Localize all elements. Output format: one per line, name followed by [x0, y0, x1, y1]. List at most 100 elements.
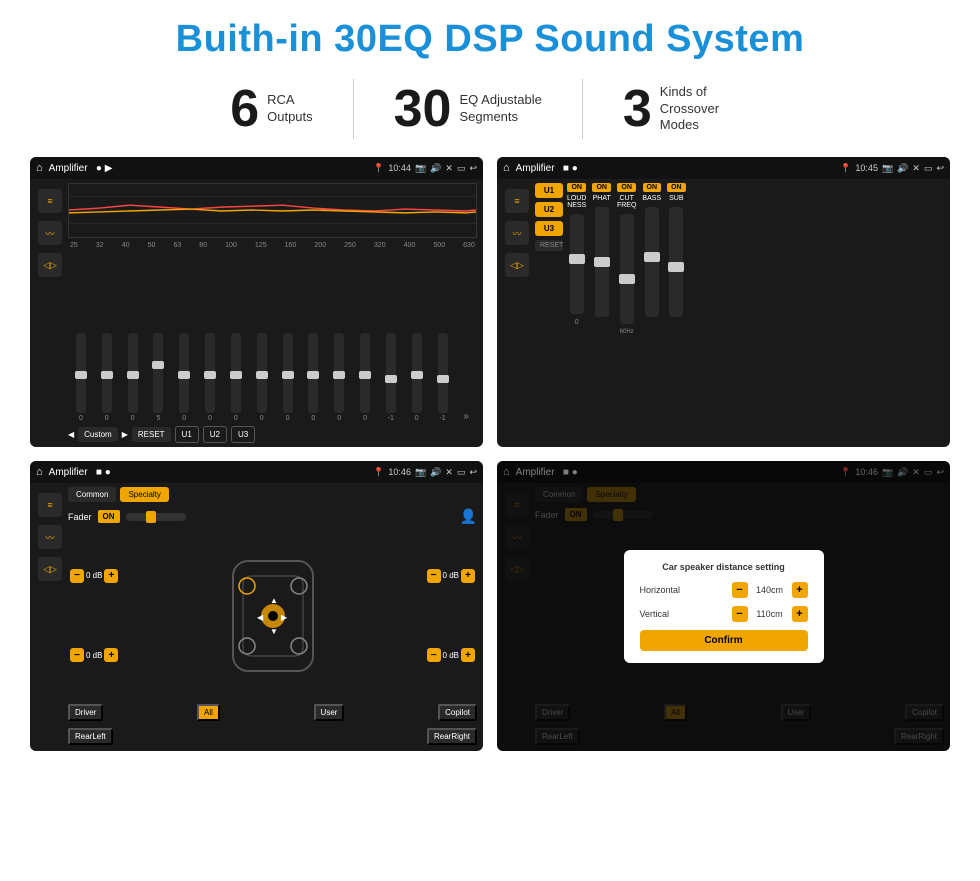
u2-btn-eq[interactable]: U2	[203, 426, 227, 443]
right-vol-top: − 0 dB +	[427, 569, 475, 583]
screenshot-amp: ⌂ Amplifier ■ ● 📍 10:45 📷 🔊 ✕ ▭ ↩ ≡ 〰	[497, 157, 950, 447]
btn-driver[interactable]: Driver	[68, 704, 103, 721]
svg-text:▶: ▶	[281, 613, 288, 622]
amp-screen-content: ≡ 〰 ◁▷ U1 U2 U3 RESET ON LOUDNESS	[497, 179, 950, 447]
channel-loudness: ON LOUDNESS 0	[567, 183, 586, 443]
confirm-button[interactable]: Confirm	[640, 630, 808, 651]
fader-label: Fader	[68, 512, 92, 522]
dialog-horizontal-label: Horizontal	[640, 585, 681, 595]
channel-slider-phat[interactable]	[595, 207, 609, 317]
fader-sidebar-btn-1[interactable]: ≡	[38, 493, 62, 517]
amp-sidebar-btn-3[interactable]: ◁▷	[505, 253, 529, 277]
stat-crossover-number: 3	[623, 83, 652, 135]
eq-slider-2: 0	[128, 333, 138, 422]
stat-crossover-label: Kinds ofCrossover Modes	[660, 84, 750, 135]
channel-label-loudness: LOUDNESS	[567, 195, 586, 209]
on-badge-loudness: ON	[567, 183, 586, 192]
left-top-plus[interactable]: +	[104, 569, 118, 583]
dialog-horizontal-value: 140cm	[752, 585, 788, 595]
eq-graph	[68, 183, 477, 238]
status-icons-3: 📍 10:46 📷 🔊 ✕ ▭ ↩	[373, 467, 477, 478]
right-vol-bottom: − 0 dB +	[427, 648, 475, 662]
tab-specialty[interactable]: Specialty	[120, 487, 168, 502]
amp-sidebar: ≡ 〰 ◁▷	[503, 183, 531, 443]
screenshot-eq: ⌂ Amplifier ● ▶ 📍 10:44 📷 🔊 ✕ ▭ ↩ ≡ 〰	[30, 157, 483, 447]
bottom-buttons-row2: RearLeft RearRight	[68, 726, 477, 747]
dialog-overlay: Car speaker distance setting Horizontal …	[497, 461, 950, 751]
preset-u2[interactable]: U2	[535, 202, 563, 217]
app-title-1: Amplifier ● ▶	[49, 163, 368, 174]
right-bot-minus[interactable]: −	[427, 648, 441, 662]
btn-rearright[interactable]: RearRight	[427, 728, 477, 745]
reset-btn-amp[interactable]: RESET	[535, 240, 563, 251]
fader-h-slider[interactable]	[126, 513, 186, 521]
stat-eq: 30 EQ AdjustableSegments	[354, 83, 582, 135]
reset-btn-eq[interactable]: RESET	[132, 427, 171, 442]
home-icon-2: ⌂	[503, 162, 510, 174]
eq-slider-12: -1	[386, 333, 396, 422]
dialog-horizontal-minus[interactable]: −	[732, 582, 748, 598]
right-top-plus[interactable]: +	[461, 569, 475, 583]
u1-btn-eq[interactable]: U1	[175, 426, 199, 443]
channel-slider-sub[interactable]	[669, 207, 683, 317]
eq-sidebar: ≡ 〰 ◁▷	[36, 183, 64, 443]
dialog-vertical-minus[interactable]: −	[732, 606, 748, 622]
screenshots-grid: ⌂ Amplifier ● ▶ 📍 10:44 📷 🔊 ✕ ▭ ↩ ≡ 〰	[30, 157, 950, 751]
btn-rearleft[interactable]: RearLeft	[68, 728, 113, 745]
right-bot-plus[interactable]: +	[461, 648, 475, 662]
svg-text:▲: ▲	[270, 596, 278, 605]
fader-sidebar-btn-3[interactable]: ◁▷	[38, 557, 62, 581]
stats-row: 6 RCAOutputs 30 EQ AdjustableSegments 3 …	[30, 79, 950, 139]
stat-rca-label: RCAOutputs	[267, 92, 313, 126]
speaker-area: − 0 dB + − 0 dB +	[68, 532, 477, 699]
eq-sidebar-btn-2[interactable]: 〰	[38, 221, 62, 245]
u3-btn-eq[interactable]: U3	[231, 426, 255, 443]
amp-sidebar-btn-1[interactable]: ≡	[505, 189, 529, 213]
dialog-vertical-plus[interactable]: +	[792, 606, 808, 622]
left-vol-top: − 0 dB +	[70, 569, 118, 583]
left-bot-minus[interactable]: −	[70, 648, 84, 662]
btn-copilot[interactable]: Copilot	[438, 704, 477, 721]
page-title: Buith-in 30EQ DSP Sound System	[30, 18, 950, 61]
custom-btn[interactable]: Custom	[78, 427, 118, 442]
channel-controls: ON LOUDNESS 0 ON PHAT	[567, 183, 944, 443]
channel-slider-loudness[interactable]	[570, 214, 584, 314]
app-title-2: Amplifier ■ ●	[516, 163, 835, 174]
svg-text:◀: ◀	[257, 613, 264, 622]
person-icon: 👤	[460, 508, 477, 525]
channel-slider-bass[interactable]	[645, 207, 659, 317]
btn-all[interactable]: All	[197, 704, 220, 721]
eq-expand-btn[interactable]: »	[463, 411, 469, 422]
status-icons-1: 📍 10:44 📷 🔊 ✕ ▭ ↩	[373, 163, 477, 174]
btn-user[interactable]: User	[314, 704, 345, 721]
eq-slider-7: 0	[257, 333, 267, 422]
channel-label-phat: PHAT	[593, 195, 611, 202]
bottom-buttons-row1: Driver All User Copilot	[68, 702, 477, 723]
status-icons-2: 📍 10:45 📷 🔊 ✕ ▭ ↩	[840, 163, 944, 174]
eq-sidebar-btn-1[interactable]: ≡	[38, 189, 62, 213]
dialog-vertical-value: 110cm	[752, 609, 788, 619]
fader-tabs: Common Specialty	[68, 487, 477, 502]
left-top-minus[interactable]: −	[70, 569, 84, 583]
fader-on-btn[interactable]: ON	[98, 510, 120, 523]
preset-u1[interactable]: U1	[535, 183, 563, 198]
amp-sidebar-btn-2[interactable]: 〰	[505, 221, 529, 245]
tab-common[interactable]: Common	[68, 487, 116, 502]
right-top-minus[interactable]: −	[427, 569, 441, 583]
eq-slider-0: 0	[76, 333, 86, 422]
svg-text:▼: ▼	[270, 627, 278, 636]
dialog-horizontal-plus[interactable]: +	[792, 582, 808, 598]
status-bar-1: ⌂ Amplifier ● ▶ 📍 10:44 📷 🔊 ✕ ▭ ↩	[30, 157, 483, 179]
preset-u3[interactable]: U3	[535, 221, 563, 236]
channel-phat: ON PHAT	[592, 183, 611, 443]
on-badge-bass: ON	[643, 183, 662, 192]
eq-slider-4: 0	[179, 333, 189, 422]
eq-sidebar-btn-3[interactable]: ◁▷	[38, 253, 62, 277]
channel-slider-cutfreq[interactable]	[620, 214, 634, 324]
dialog-box: Car speaker distance setting Horizontal …	[624, 550, 824, 663]
left-bot-plus[interactable]: +	[104, 648, 118, 662]
eq-main: 25 32 40 50 63 80 100 125 160 200 250 32…	[68, 183, 477, 443]
fader-sidebar-btn-2[interactable]: 〰	[38, 525, 62, 549]
dialog-row-horizontal: Horizontal − 140cm +	[640, 582, 808, 598]
fader-top-row: Fader ON 👤	[68, 508, 477, 525]
